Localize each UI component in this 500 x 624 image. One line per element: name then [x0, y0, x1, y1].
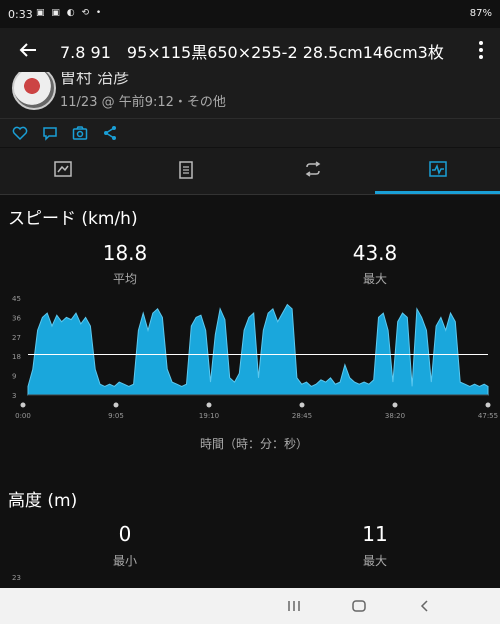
add-photo-icon[interactable]: [72, 125, 88, 141]
status-time: 0:33: [8, 8, 33, 21]
back-nav-icon[interactable]: [417, 598, 433, 614]
back-arrow-icon[interactable]: [16, 38, 40, 62]
x-tick-label: 19:10: [199, 412, 219, 420]
share-icon[interactable]: [102, 125, 118, 141]
y-tick-label: 45: [12, 295, 21, 303]
charts-icon: [429, 161, 447, 177]
comment-icon[interactable]: [42, 125, 58, 141]
tab-overview[interactable]: [0, 148, 125, 194]
user-name[interactable]: 曽村 治彦: [60, 72, 129, 88]
social-actions: [0, 118, 500, 147]
status-bar: 0:33 ▣ ▣ ◐ ⟲ • 87%: [0, 0, 500, 28]
laps-icon: [305, 161, 321, 177]
x-tick-label: 9:05: [108, 412, 124, 420]
x-tick-dot: [299, 402, 305, 408]
tab-stats[interactable]: [125, 148, 250, 194]
altitude-axis-tick: 23: [12, 574, 21, 582]
x-axis-label: 時間（時：分：秒）: [200, 437, 308, 451]
activity-header: 曽村 治彦 11/23 @ 午前9:12・その他: [0, 72, 500, 118]
altitude-max-value: 11: [362, 522, 388, 546]
x-tick-dot: [113, 402, 119, 408]
speed-max-label: 最大: [362, 272, 387, 286]
notification-icons: ▣ ▣ ◐ ⟲ •: [36, 8, 104, 18]
y-tick-label: 9: [12, 373, 16, 381]
x-tick-dot: [20, 402, 26, 408]
altitude-min-label: 最小: [112, 554, 137, 568]
app-bar: 7.8 91 95×115黒650×255-2 28.5cm146cm3枚: [0, 28, 500, 72]
altitude-max-label: 最大: [362, 554, 387, 568]
speed-chart[interactable]: 3918273645 0:00 9:05 19:10 28:45 38:20 47:55 …: [0, 288, 500, 458]
battery-text: 87%: [469, 8, 492, 19]
speed-max-value: 43.8: [352, 241, 398, 265]
x-tick-dot: [485, 402, 491, 408]
y-tick-label: 27: [12, 334, 21, 342]
activity-meta: 11/23 @ 午前9:12・その他: [60, 95, 226, 110]
tab-charts[interactable]: [375, 148, 500, 194]
altitude-section-title: 高度 (m): [8, 491, 78, 511]
x-tick-label: 47:55: [478, 412, 498, 420]
system-nav-bar: [0, 588, 500, 624]
speed-avg-label: 平均: [112, 272, 137, 286]
recent-apps-icon[interactable]: [286, 598, 302, 614]
y-tick-label: 3: [12, 392, 16, 400]
more-options-icon[interactable]: [478, 40, 484, 60]
home-icon[interactable]: [351, 598, 367, 614]
activity-title: 7.8 91 95×115黒650×255-2 28.5cm146cm3枚: [60, 43, 444, 62]
tab-laps[interactable]: [250, 148, 375, 194]
x-tick-label: 38:20: [385, 412, 405, 420]
x-tick-dot: [392, 402, 398, 408]
y-tick-label: 36: [12, 314, 21, 322]
avatar[interactable]: [12, 72, 56, 110]
activity-tabs: [0, 148, 500, 195]
speed-section-title: スピード (km/h): [8, 209, 138, 229]
x-tick-label: 28:45: [292, 412, 312, 420]
overview-icon: [54, 161, 72, 177]
speed-area-series: [27, 303, 489, 396]
stats-list-icon: [179, 161, 193, 179]
altitude-min-value: 0: [118, 522, 132, 546]
x-tick-label: 0:00: [15, 412, 31, 420]
x-tick-dot: [206, 402, 212, 408]
like-heart-icon[interactable]: [12, 125, 28, 141]
speed-avg-value: 18.8: [102, 241, 148, 265]
y-tick-label: 18: [12, 353, 21, 361]
